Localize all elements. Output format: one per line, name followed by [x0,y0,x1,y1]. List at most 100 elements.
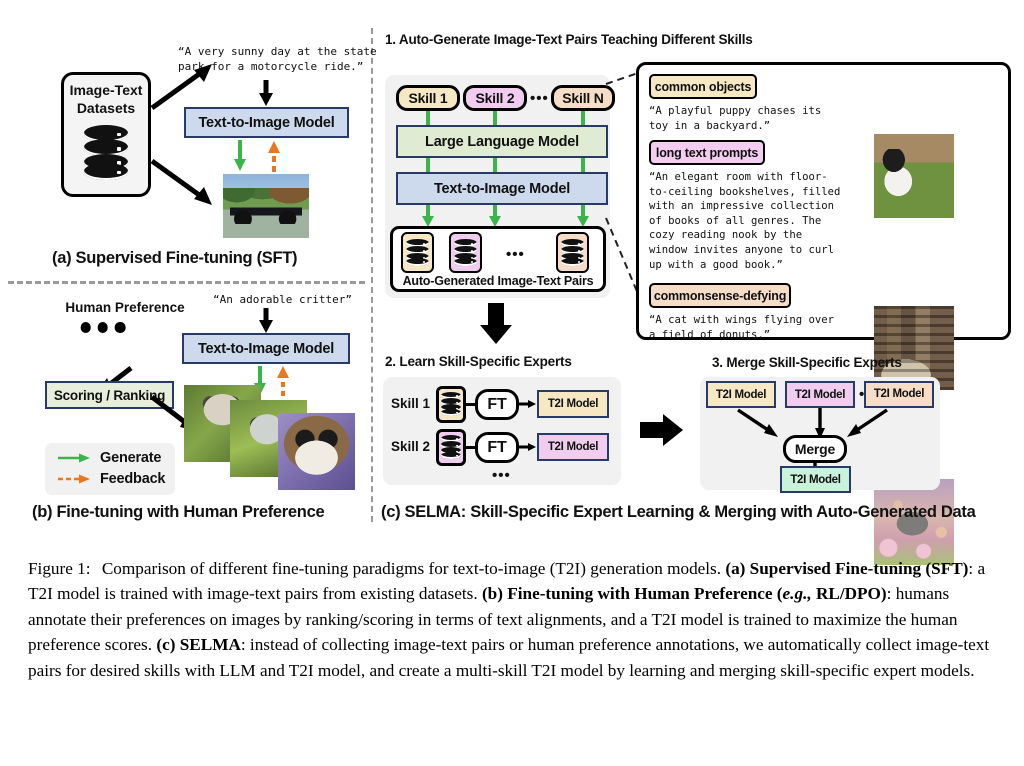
step3-expert-2: T2I Model [785,381,855,408]
llm-to-t2i-connector-2 [493,158,497,172]
caption-c-bold-2: SELMA [179,635,241,655]
step2-to-step3-arrow [640,414,683,446]
caption-b-bold-2: RL/DPO) [811,584,887,604]
step3-expert-1-label: T2I Model [715,388,767,401]
legend-label-feedback: Feedback [100,471,166,487]
caption-c-bold-1: (c) [156,635,180,655]
step1-text-to-image-model-box: Text-to-Image Model [396,172,608,205]
dataset-to-image-arrow [150,158,212,205]
skill-pill-1-label: Skill 1 [408,90,448,106]
image-text-datasets-label-1: Image-Text [69,82,143,98]
people-icon [77,322,143,369]
figure-diagram: Image-Text Datasets “A very sunny day at… [0,0,1024,565]
figure-caption: Figure 1: Comparison of different fine-t… [28,556,998,683]
divider-horizontal [8,281,365,284]
step1-title: 1. Auto-Generate Image-Text Pairs Teachi… [385,32,753,47]
panel-b-caption: (b) Fine-tuning with Human Preference [32,503,325,521]
skilln-to-llm-connector [581,111,585,125]
step2-row1-ft-label: FT [487,395,507,413]
skill-image-commonsense-defying [874,479,954,565]
caption-b-bold-1: (b) Fine-tuning with Human Preference ( [481,584,783,604]
step2-ellipsis: ••• [492,467,511,484]
database-icon-skill2 [454,239,477,266]
step3-expert-1: T2I Model [706,381,776,408]
step1-to-step2-arrow [480,303,512,344]
auto-generated-pairs-label: Auto-Generated Image-Text Pairs [402,274,594,288]
step2-row1-t2i-label: T2I Model [547,398,599,410]
t2i-to-pairs-arrow-3 [577,205,589,227]
skill-ellipsis: ••• [530,90,549,107]
step2-row2-t2i-model: T2I Model [537,433,609,461]
sft-generated-image [223,174,309,238]
legend-label-generate: Generate [100,450,162,466]
feedback-arrow-icon [58,474,90,484]
caption-figure-number: Figure 1: [28,559,91,578]
step3-merged-result-label: T2I Model [790,473,841,486]
caption-b-bold-em: e.g., [782,584,812,604]
step2-title: 2. Learn Skill-Specific Experts [385,354,572,369]
step2-row2-arrow [519,443,536,451]
step2-row2-ft-node: FT [475,432,519,463]
database-icon-skilln [561,239,584,266]
step3-expert-2-label: T2I Model [794,388,846,401]
caption-line1: Comparison of different fine-tuning para… [101,559,722,578]
caption-a-bold: (a) Supervised Fine-tuning (SFT) [725,559,969,578]
step2-row2-t2i-label: T2I Model [547,441,599,453]
skill-pill-2-label: Skill 2 [475,90,515,106]
t2i-to-pairs-arrow-1 [422,205,434,227]
legend-row-generate: Generate [57,450,161,466]
merge-node: Merge [783,435,847,463]
dpo-prompt-text: “An adorable critter” [212,293,353,306]
panel-a-caption: (a) Supervised Fine-tuning (SFT) [52,249,298,267]
large-language-model-box: Large Language Model [396,125,608,158]
skill-tag-commonsense-defying-label: commonsense-defying [653,288,787,303]
image-text-datasets-label-2: Datasets [76,100,136,116]
step2-row1-ft-node: FT [475,389,519,420]
skill-tag-commonsense-defying: commonsense-defying [649,283,791,308]
step3-expert1-to-merge-arrow [737,408,778,437]
dpo-generated-image-3 [278,413,355,490]
dpo-feedback-arrow [277,366,289,396]
step3-expertn-to-merge-arrow [847,408,888,437]
prompt-to-model-arrow [259,80,273,106]
step2-row2-ft-label: FT [487,438,507,456]
merge-node-label: Merge [794,441,836,457]
database-icon [84,125,128,180]
skill-tag-common-objects-label: common objects [654,79,752,94]
database-icon-step2-row2 [441,435,461,459]
legend-row-feedback: Feedback [57,471,165,487]
skill-text-long-text-prompts: “An elegant room with floor- to-ceiling … [649,171,841,271]
skill-tag-long-text-prompts: long text prompts [649,140,765,165]
skill-pill-1[interactable]: Skill 1 [396,85,460,111]
database-icon-skill1 [406,239,429,266]
dpo-text-to-image-model-box: Text-to-Image Model [182,333,350,364]
step3-title: 3. Merge Skill-Specific Experts [712,355,902,370]
step2-row2-skill-label: Skill 2 [391,439,431,454]
sft-generate-arrow [234,140,246,171]
sft-feedback-arrow [268,141,280,172]
step3-merged-result: T2I Model [780,466,851,493]
skill-tag-long-text-prompts-label: long text prompts [655,145,759,160]
skill-tag-common-objects: common objects [649,74,757,99]
step2-row1-skill-label: Skill 1 [391,396,431,411]
pairs-ellipsis: ••• [506,246,525,263]
skill-text-common-objects: “A playful puppy chases its toy in a bac… [649,105,822,132]
skill2-to-llm-connector [493,111,497,125]
skill-image-common-objects [874,134,954,218]
skill-pill-2[interactable]: Skill 2 [463,85,527,111]
step3-expert-n-label: T2I Model [873,388,925,400]
t2i-to-pairs-arrow-2 [489,205,501,227]
skill-pill-n-label: Skill N [562,90,604,106]
skill1-to-llm-connector [426,111,430,125]
skill-text-commonsense-defying: “A cat with wings flying over a field of… [649,314,834,341]
divider-vertical [371,28,373,522]
step2-row1-arrow [519,400,536,408]
sft-prompt-text: “A very sunny day at the state park for … [178,45,377,73]
step2-row1-t2i-model: T2I Model [537,390,609,418]
llm-to-t2i-connector-3 [581,158,585,172]
sft-text-to-image-model-box: Text-to-Image Model [184,107,349,138]
human-preference-label: Human Preference [65,300,185,315]
llm-to-t2i-connector-1 [426,158,430,172]
dpo-prompt-to-model-arrow [259,308,273,333]
database-icon-step2-row1 [441,392,461,416]
